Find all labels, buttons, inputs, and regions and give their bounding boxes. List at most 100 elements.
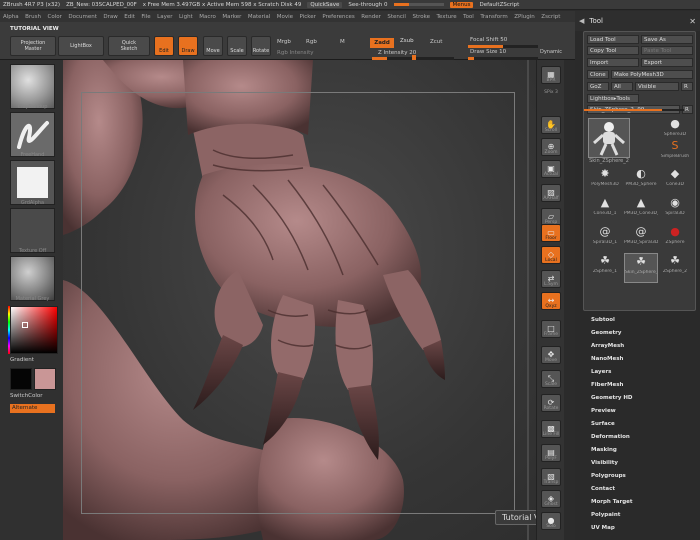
menu-color[interactable]: Color bbox=[48, 14, 62, 20]
color-picker-cursor[interactable] bbox=[22, 322, 28, 328]
subpalette-uv-map[interactable]: UV Map bbox=[591, 525, 615, 531]
edit-button[interactable]: Edit bbox=[154, 36, 174, 56]
draw-size-slider[interactable]: Draw Size 10 bbox=[470, 49, 506, 55]
main-color-swatch[interactable] bbox=[10, 368, 32, 390]
menu-render[interactable]: Render bbox=[361, 14, 381, 20]
tool-zsphere[interactable]: ● ZSphere bbox=[658, 224, 692, 254]
collapse-arrow-icon[interactable]: ◀ bbox=[579, 17, 584, 25]
lightbox-tools-button[interactable]: Lightbox▸Tools bbox=[587, 94, 639, 103]
quicksave-button[interactable]: QuickSave bbox=[307, 1, 343, 8]
see-through-slider[interactable] bbox=[393, 3, 444, 6]
menu-tool[interactable]: Tool bbox=[463, 14, 474, 20]
quick-sketch-button[interactable]: Quick Sketch bbox=[108, 36, 150, 56]
tool-zsphere-2[interactable]: ☘ ZSphere_2 bbox=[658, 253, 692, 283]
menu-layer[interactable]: Layer bbox=[157, 14, 172, 20]
tool-simplebrush[interactable]: S SimpleBrush bbox=[658, 138, 692, 168]
all-button[interactable]: All bbox=[611, 82, 633, 91]
zcut-button[interactable]: Zcut bbox=[430, 39, 442, 45]
menu-movie[interactable]: Movie bbox=[277, 14, 293, 20]
tool-skin-zsphere-2[interactable]: ☘ Skin_ZSphere_2 bbox=[624, 253, 658, 283]
menu-light[interactable]: Light bbox=[179, 14, 193, 20]
mrgb-button[interactable]: Mrgb bbox=[277, 39, 291, 45]
scale-button[interactable]: Scale bbox=[227, 36, 247, 56]
subpalette-subtool[interactable]: Subtool bbox=[591, 317, 615, 323]
gradient-label[interactable]: Gradient bbox=[10, 357, 34, 363]
default-zscript[interactable]: DefaultZScript bbox=[479, 2, 519, 8]
draw-button[interactable]: Draw bbox=[178, 36, 198, 56]
tool-scroll-slider[interactable] bbox=[584, 109, 684, 111]
subpalette-nanomesh[interactable]: NanoMesh bbox=[591, 356, 623, 362]
menu-file[interactable]: File bbox=[141, 14, 150, 20]
menu-alpha[interactable]: Alpha bbox=[3, 14, 19, 20]
subpalette-polypaint[interactable]: Polypaint bbox=[591, 512, 620, 518]
menu-material[interactable]: Material bbox=[248, 14, 270, 20]
close-icon[interactable]: ✕ bbox=[689, 17, 696, 26]
focal-shift-slider[interactable]: Focal Shift 50 bbox=[470, 37, 507, 43]
texture-thumbnail[interactable] bbox=[10, 208, 55, 253]
menu-picker[interactable]: Picker bbox=[300, 14, 316, 20]
zadd-button[interactable]: Zadd bbox=[370, 38, 394, 48]
subpalette-layers[interactable]: Layers bbox=[591, 369, 611, 375]
subpalette-deformation[interactable]: Deformation bbox=[591, 434, 630, 440]
menus-button[interactable]: Menus bbox=[449, 1, 474, 8]
menu-texture[interactable]: Texture bbox=[437, 14, 457, 20]
document-canvas[interactable] bbox=[63, 60, 536, 540]
subpalette-morph-target[interactable]: Morph Target bbox=[591, 499, 633, 505]
copy-tool-button[interactable]: Copy Tool bbox=[587, 46, 639, 55]
zsub-button[interactable]: Zsub bbox=[400, 38, 414, 44]
switch-color-button[interactable]: SwitchColor bbox=[10, 393, 43, 399]
menu-edit[interactable]: Edit bbox=[124, 14, 135, 20]
subpalette-visibility[interactable]: Visibility bbox=[591, 460, 618, 466]
tool-polymesh3d[interactable]: ✸ PolyMesh3D bbox=[588, 166, 622, 196]
subpalette-contact[interactable]: Contact bbox=[591, 486, 615, 492]
subpalette-preview[interactable]: Preview bbox=[591, 408, 616, 414]
make-polymesh-button[interactable]: Make PolyMesh3D bbox=[611, 70, 693, 79]
current-tool-thumbnail[interactable] bbox=[588, 118, 630, 158]
load-tool-button[interactable]: Load Tool bbox=[587, 35, 639, 44]
tool-cone3d[interactable]: ◆ Cone3D bbox=[658, 166, 692, 196]
alternate-button[interactable]: Alternate bbox=[10, 404, 55, 413]
alpha-thumbnail[interactable] bbox=[10, 160, 55, 205]
move-button[interactable]: Move bbox=[203, 36, 223, 56]
rotate-button[interactable]: Rotate bbox=[251, 36, 271, 56]
secondary-color-swatch[interactable] bbox=[34, 368, 56, 390]
tool-pm3d-sphere[interactable]: ◐ PM3D_Sphere bbox=[624, 166, 658, 196]
stroke-thumbnail[interactable] bbox=[10, 112, 55, 157]
dynamic-button[interactable]: Dynamic bbox=[540, 49, 562, 55]
menu-brush[interactable]: Brush bbox=[25, 14, 41, 20]
export-button[interactable]: Export bbox=[641, 58, 693, 67]
focal-shift-track[interactable] bbox=[468, 45, 538, 48]
paste-tool-button[interactable]: Paste Tool bbox=[641, 46, 693, 55]
menu-transform[interactable]: Transform bbox=[480, 14, 507, 20]
menu-zscript[interactable]: Zscript bbox=[541, 14, 560, 20]
import-button[interactable]: Import bbox=[587, 58, 639, 67]
tool-zsphere-1[interactable]: ☘ ZSphere_1 bbox=[588, 253, 622, 283]
menu-zplugin[interactable]: ZPlugin bbox=[514, 14, 535, 20]
subpalette-fibermesh[interactable]: FiberMesh bbox=[591, 382, 623, 388]
save-as-button[interactable]: Save As bbox=[641, 35, 693, 44]
m-button[interactable]: M bbox=[340, 39, 345, 45]
goz-button[interactable]: GoZ bbox=[587, 82, 609, 91]
z-intensity-slider[interactable]: Z Intensity 20 bbox=[378, 50, 416, 56]
tool-pm3d-cone3d-1[interactable]: ▲ PM3D_Cone3D_1 bbox=[624, 195, 658, 225]
brush-thumbnail[interactable] bbox=[10, 64, 55, 109]
menu-document[interactable]: Document bbox=[68, 14, 97, 20]
color-picker[interactable] bbox=[10, 306, 58, 354]
rgb-intensity-slider[interactable]: Rgb Intensity bbox=[277, 50, 314, 56]
visible-button[interactable]: Visible bbox=[635, 82, 679, 91]
tool-cone3d-1[interactable]: ▲ Cone3D_1 bbox=[588, 195, 622, 225]
lightbox-button[interactable]: LightBox bbox=[58, 36, 104, 56]
subpalette-geometry-hd[interactable]: Geometry HD bbox=[591, 395, 633, 401]
material-thumbnail[interactable] bbox=[10, 256, 55, 301]
rgb-button[interactable]: Rgb bbox=[306, 39, 317, 45]
menu-marker[interactable]: Marker bbox=[222, 14, 241, 20]
r-button[interactable]: R bbox=[681, 82, 693, 91]
menu-macro[interactable]: Macro bbox=[199, 14, 216, 20]
tool-pm3d-spiral3d-1[interactable]: @ PM3D_Spiral3D_1 bbox=[624, 224, 658, 254]
tool-spiral3d[interactable]: ◉ Spiral3D bbox=[658, 195, 692, 225]
menu-stroke[interactable]: Stroke bbox=[412, 14, 430, 20]
subpalette-geometry[interactable]: Geometry bbox=[591, 330, 621, 336]
menu-draw[interactable]: Draw bbox=[103, 14, 117, 20]
menu-preferences[interactable]: Preferences bbox=[322, 14, 354, 20]
subpalette-polygroups[interactable]: Polygroups bbox=[591, 473, 626, 479]
